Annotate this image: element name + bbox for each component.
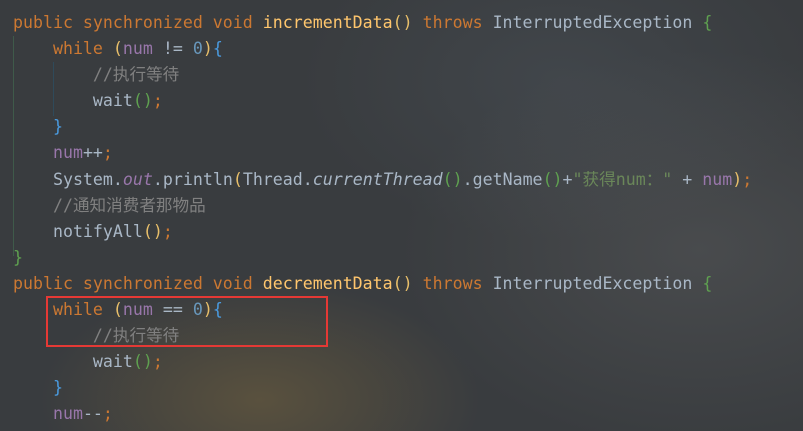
code-token: (	[232, 169, 243, 189]
code-token: 0	[192, 39, 203, 59]
code-token: public synchronized void	[13, 13, 263, 32]
code-token: ()	[142, 221, 163, 241]
code-token: --	[82, 404, 103, 424]
code-token: .println	[152, 169, 233, 189]
code-line: num++;	[13, 140, 752, 166]
code-token: ()	[392, 273, 423, 293]
code-line: public synchronized void incrementData()…	[13, 10, 752, 36]
code-token: ;	[152, 352, 163, 372]
code-token: .getName	[462, 169, 543, 189]
code-token: {	[702, 13, 713, 32]
code-token: currentThread	[312, 169, 443, 189]
code-token: //执行等待	[13, 65, 180, 85]
code-token: wait	[13, 352, 133, 372]
code-token: public synchronized void	[13, 273, 263, 293]
code-token: ;	[152, 91, 163, 111]
code-token: ++	[82, 143, 103, 163]
code-token: throws	[422, 273, 493, 293]
code-token: }	[13, 117, 63, 137]
code-token: ()	[132, 352, 153, 372]
code-token: )	[202, 39, 213, 59]
code-token: ()	[132, 91, 153, 111]
code-line: wait();	[13, 88, 752, 114]
code-line: num--;	[13, 401, 752, 427]
code-token: ()	[442, 169, 463, 189]
code-line: System.out.println(Thread.currentThread(…	[13, 167, 752, 193]
code-line: notifyAll();	[13, 219, 752, 245]
code-token: throws	[422, 13, 493, 32]
code-token: ()	[392, 13, 423, 32]
code-token: incrementData	[262, 13, 393, 32]
code-token: Thread.	[242, 169, 313, 189]
code-token: num	[122, 39, 153, 59]
code-line: public synchronized void decrementData()…	[13, 271, 752, 297]
code-token: !=	[152, 39, 193, 59]
code-token: (	[112, 39, 123, 59]
code-token: +	[672, 169, 703, 189]
code-token: InterruptedException	[492, 13, 703, 32]
code-token: "获得num："	[572, 169, 673, 189]
code-token: wait	[13, 91, 133, 111]
code-token: num	[13, 143, 83, 163]
code-token: ;	[742, 169, 753, 189]
code-token: +	[562, 169, 573, 189]
code-line: //执行等待	[13, 62, 752, 88]
code-line: //通知消费者那物品	[13, 193, 752, 219]
code-token: ;	[102, 404, 113, 424]
code-line: }	[13, 114, 752, 140]
code-token: notifyAll	[13, 221, 143, 241]
code-token: while	[13, 39, 113, 59]
code-token: ;	[162, 221, 173, 241]
code-line: while (num != 0){	[13, 36, 752, 62]
code-token: num	[702, 169, 733, 189]
code-token: }	[13, 247, 23, 267]
code-token: num	[13, 404, 83, 424]
code-token: out	[122, 169, 153, 189]
code-line: }	[13, 245, 752, 271]
code-editor[interactable]: public synchronized void incrementData()…	[13, 10, 752, 428]
code-line: wait();	[13, 349, 752, 375]
code-token: ;	[102, 143, 113, 163]
code-token: {	[212, 39, 223, 59]
highlight-box	[46, 296, 328, 347]
code-token: InterruptedException	[492, 273, 703, 293]
code-token: ()	[542, 169, 563, 189]
code-token: )	[732, 169, 743, 189]
code-token: System.	[13, 169, 123, 189]
code-token: //通知消费者那物品	[13, 195, 206, 215]
code-line: }	[13, 375, 752, 401]
code-token: }	[13, 378, 63, 398]
code-token: decrementData	[262, 273, 393, 293]
code-token: {	[702, 273, 713, 293]
